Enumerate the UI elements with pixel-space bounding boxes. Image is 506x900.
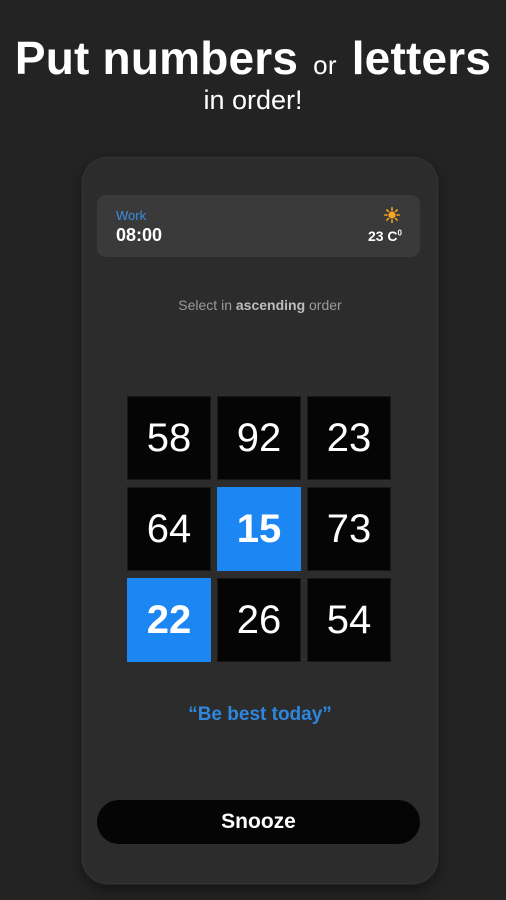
- number-tile[interactable]: 26: [217, 578, 301, 662]
- instruction-prefix: Select in: [178, 297, 232, 313]
- temperature-readout: 23 C0: [368, 228, 402, 244]
- temperature-degree-mark: 0: [397, 228, 402, 238]
- temperature-value: 23 C: [367, 228, 398, 244]
- number-tile[interactable]: 92: [217, 396, 301, 480]
- alarm-label: Work: [116, 208, 147, 223]
- instruction-suffix: order: [309, 297, 342, 313]
- number-tile-selected[interactable]: 15: [217, 487, 301, 571]
- number-tile-selected[interactable]: 22: [127, 578, 211, 662]
- headline-part1: Put numbers: [14, 32, 299, 84]
- number-tile[interactable]: 54: [307, 578, 391, 662]
- headline-part2: letters: [351, 32, 492, 84]
- number-tile[interactable]: 23: [307, 396, 391, 480]
- instruction-emphasis: ascending: [235, 297, 306, 313]
- number-tile[interactable]: 73: [307, 487, 391, 571]
- number-grid: 58 92 23 64 15 73 22 26 54: [127, 396, 393, 662]
- promo-subtitle: in order!: [203, 85, 303, 115]
- number-tile[interactable]: 64: [127, 487, 211, 571]
- motivational-quote: “Be best today”: [188, 704, 332, 725]
- alarm-time: 08:00: [116, 225, 163, 245]
- headline-connector: or: [313, 50, 337, 80]
- instruction-text: Select in ascending order: [82, 297, 438, 313]
- snooze-button[interactable]: Snooze: [97, 800, 420, 844]
- alarm-info-card: Work 08:00 23 C0: [97, 195, 420, 257]
- sun-icon: [384, 207, 400, 223]
- number-tile[interactable]: 58: [127, 396, 211, 480]
